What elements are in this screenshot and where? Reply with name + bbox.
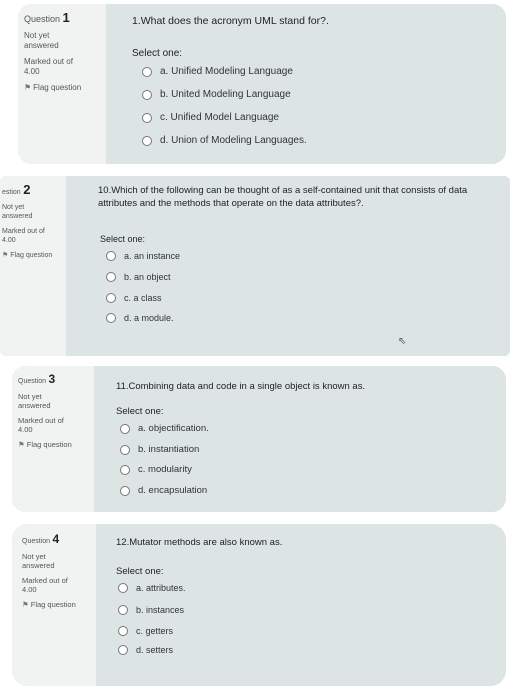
question-info-1: Question 1 Not yet answered Marked out of… <box>18 4 107 164</box>
question-text-4: 12.Mutator methods are also known as. <box>116 537 283 548</box>
flag-question-button-4[interactable]: ⚑ Flag question <box>22 600 86 609</box>
question-status-4: Not yet answered <box>22 552 55 570</box>
question-content-3: 11.Combining data and code in a single o… <box>94 366 506 512</box>
option-2b[interactable]: b. an object <box>106 272 171 282</box>
radio-button[interactable] <box>120 464 130 475</box>
option-4b[interactable]: b. instances <box>118 605 184 615</box>
radio-button[interactable] <box>120 444 130 455</box>
option-1b[interactable]: b. United Modeling Language <box>142 89 291 100</box>
radio-button[interactable] <box>106 293 116 303</box>
question-info-2: estion 2 Not yet answered Marked out of 4.… <box>0 176 67 356</box>
question-content-2: 10.Which of the following can be thought… <box>66 176 510 356</box>
question-text-3: 11.Combining data and code in a single o… <box>116 381 366 392</box>
question-number-3: Question 3 <box>18 372 56 386</box>
option-4d[interactable]: d. setters <box>118 645 173 655</box>
question-panel-4: Question 4 Not yet answered Marked out of… <box>12 524 506 686</box>
option-2d[interactable]: d. a module. <box>106 313 174 323</box>
flag-icon: ⚑ <box>18 440 25 449</box>
question-number-1: Question 1 <box>24 10 70 25</box>
option-3c[interactable]: c. modularity <box>120 464 192 475</box>
mouse-cursor-icon: ⇖ <box>398 336 407 347</box>
radio-button[interactable] <box>142 135 152 146</box>
option-4a[interactable]: a. attributes. <box>118 583 186 593</box>
select-one-label-3: Select one: <box>116 406 164 417</box>
question-number-4: Question 4 <box>22 532 60 546</box>
question-marks-1: Marked out of 4.00 <box>24 57 73 76</box>
flag-question-button-1[interactable]: ⚑ Flag question <box>24 83 100 92</box>
question-content-1: 1.What does the acronym UML stand for?. … <box>106 4 506 164</box>
question-info-3: Question 3 Not yet answered Marked out of… <box>12 366 95 512</box>
flag-question-button-2[interactable]: ⚑ Flag question <box>2 251 64 259</box>
option-4c[interactable]: c. getters <box>118 626 173 636</box>
option-2a[interactable]: a. an instance <box>106 251 180 261</box>
select-one-label-1: Select one: <box>132 48 183 59</box>
question-status-1: Not yet answered <box>24 31 59 50</box>
flag-icon: ⚑ <box>22 600 29 609</box>
option-2c[interactable]: c. a class <box>106 293 162 303</box>
question-marks-3: Marked out of 4.00 <box>18 416 64 434</box>
radio-button[interactable] <box>142 66 152 77</box>
question-number-2: estion 2 <box>2 182 31 197</box>
question-text-1: 1.What does the acronym UML stand for?. <box>132 15 329 27</box>
radio-button[interactable] <box>142 89 152 100</box>
radio-button[interactable] <box>118 583 128 593</box>
question-text-2: 10.Which of the following can be thought… <box>98 185 468 209</box>
radio-button[interactable] <box>118 645 128 655</box>
select-one-label-2: Select one: <box>100 234 146 244</box>
question-status-3: Not yet answered <box>18 392 51 410</box>
question-marks-2: Marked out of 4.00 <box>2 228 45 244</box>
question-marks-4: Marked out of 4.00 <box>22 576 68 594</box>
option-1a[interactable]: a. Unified Modeling Language <box>142 66 293 77</box>
option-1c[interactable]: c. Unified Model Language <box>142 112 279 123</box>
option-1d[interactable]: d. Union of Modeling Languages. <box>142 135 307 146</box>
radio-button[interactable] <box>142 112 152 123</box>
radio-button[interactable] <box>120 423 130 434</box>
question-panel-1: Question 1 Not yet answered Marked out of… <box>18 4 506 164</box>
question-panel-2: estion 2 Not yet answered Marked out of 4.… <box>0 176 510 356</box>
flag-icon: ⚑ <box>24 83 32 92</box>
radio-button[interactable] <box>106 251 116 261</box>
question-panel-3: Question 3 Not yet answered Marked out of… <box>12 366 506 512</box>
option-3a[interactable]: a. objectification. <box>120 423 209 434</box>
question-info-4: Question 4 Not yet answered Marked out of… <box>12 524 97 686</box>
question-content-4: 12.Mutator methods are also known as. Se… <box>96 524 506 686</box>
option-3b[interactable]: b. instantiation <box>120 444 199 455</box>
option-3d[interactable]: d. encapsulation <box>120 485 207 496</box>
question-status-2: Not yet answered <box>2 204 33 220</box>
flag-icon: ⚑ <box>2 252 9 259</box>
radio-button[interactable] <box>106 313 116 323</box>
flag-question-button-3[interactable]: ⚑ Flag question <box>18 440 88 449</box>
select-one-label-4: Select one: <box>116 566 164 577</box>
radio-button[interactable] <box>118 626 128 636</box>
radio-button[interactable] <box>106 272 116 282</box>
radio-button[interactable] <box>118 605 128 615</box>
radio-button[interactable] <box>120 485 130 496</box>
